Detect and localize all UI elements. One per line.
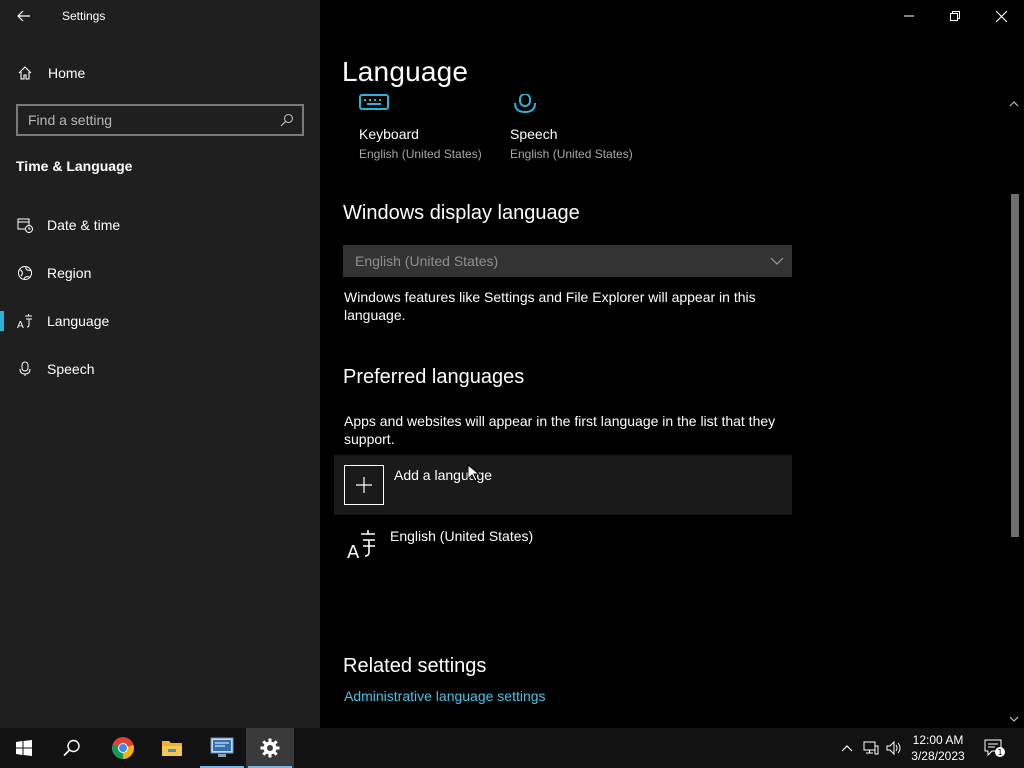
- administrative-language-settings-link[interactable]: Administrative language settings: [344, 688, 546, 704]
- nav-home-label: Home: [48, 65, 86, 81]
- sidebar-item-label: Date & time: [47, 217, 121, 233]
- scroll-up-icon[interactable]: [1008, 98, 1020, 110]
- microphone-icon: [19, 361, 31, 376]
- chevron-down-icon: [770, 257, 784, 265]
- main-content: Language Keyboard English (United States…: [320, 0, 1024, 728]
- sidebar-item-speech[interactable]: Speech: [0, 349, 320, 389]
- display-language-description: Windows features like Settings and File …: [344, 289, 756, 323]
- sidebar-item-date-time[interactable]: Date & time: [0, 205, 320, 245]
- speech-tile-sub: English (United States): [510, 147, 633, 161]
- clock[interactable]: 12:00 AM 3/28/2023: [906, 732, 970, 764]
- clock-time: 12:00 AM: [912, 733, 964, 747]
- notifications-icon[interactable]: 1: [984, 738, 1006, 758]
- search-icon: [280, 113, 294, 127]
- start-icon: [16, 740, 32, 756]
- chrome-button[interactable]: [99, 728, 147, 768]
- back-button[interactable]: [10, 4, 38, 28]
- taskbar-search-button[interactable]: [48, 728, 96, 768]
- file-explorer-icon: [162, 741, 182, 756]
- section-title: Time & Language: [16, 158, 133, 174]
- display-language-dropdown[interactable]: English (United States): [343, 245, 792, 277]
- scroll-down-icon[interactable]: [1008, 713, 1020, 725]
- titlebar-left: Settings: [0, 0, 320, 32]
- preferred-languages-description: Apps and websites will appear in the fir…: [344, 413, 776, 447]
- sidebar-item-label: Region: [47, 265, 92, 281]
- date-time-icon: [17, 218, 33, 233]
- search-placeholder: Find a setting: [28, 112, 113, 128]
- add-language-button[interactable]: Add a language: [334, 455, 792, 515]
- close-button[interactable]: [978, 0, 1024, 32]
- taskbar: 12:00 AM 3/28/2023 1: [0, 728, 1024, 768]
- keyboard-icon: [359, 94, 389, 110]
- keyboard-tile-sub: English (United States): [359, 147, 482, 161]
- clock-date: 3/28/2023: [911, 749, 965, 763]
- svg-text:A: A: [347, 542, 360, 560]
- speech-tile-name: Speech: [510, 126, 558, 142]
- sidebar: Settings Home Find a setting Time & Lang…: [0, 0, 320, 728]
- back-arrow-icon: [17, 10, 30, 22]
- globe-icon: [18, 266, 32, 280]
- preferred-languages-heading: Preferred languages: [343, 366, 525, 388]
- scroll-thumb[interactable]: [1011, 194, 1019, 537]
- search-icon: [63, 739, 80, 757]
- scrollbar[interactable]: [1004, 96, 1024, 728]
- restore-button[interactable]: [932, 0, 978, 32]
- display-language-heading: Windows display language: [343, 202, 580, 224]
- home-icon: [18, 66, 32, 80]
- notification-count: 1: [997, 748, 1002, 757]
- chevron-up-icon[interactable]: [839, 740, 855, 756]
- keyboard-tile-name: Keyboard: [359, 126, 419, 142]
- svg-text:A: A: [17, 320, 24, 329]
- display-language-value: English (United States): [355, 253, 499, 269]
- related-settings-heading: Related settings: [343, 655, 487, 677]
- minimize-icon: [904, 15, 914, 17]
- settings-app-button[interactable]: [246, 728, 294, 768]
- chrome-icon: [112, 737, 134, 759]
- minimize-button[interactable]: [886, 0, 932, 32]
- file-explorer-button[interactable]: [148, 728, 196, 768]
- mouse-cursor-icon: [467, 464, 479, 482]
- close-icon: [995, 10, 1007, 22]
- sidebar-item-region[interactable]: Region: [0, 253, 320, 293]
- sidebar-item-label: Language: [47, 313, 110, 329]
- language-icon: A: [17, 314, 32, 329]
- nav-home[interactable]: Home: [0, 58, 320, 88]
- active-indicator: [0, 311, 4, 331]
- plus-icon: [344, 465, 384, 505]
- microphone-icon: [514, 94, 536, 114]
- desktop-app-icon: [210, 737, 234, 757]
- sidebar-item-language[interactable]: A Language: [0, 301, 320, 341]
- settings-icon: [260, 738, 280, 758]
- language-name: English (United States): [390, 528, 534, 544]
- network-icon[interactable]: [863, 740, 879, 756]
- search-input[interactable]: Find a setting: [16, 104, 304, 136]
- restore-icon: [950, 11, 960, 21]
- volume-icon[interactable]: [886, 740, 902, 756]
- desktop-app-button[interactable]: [198, 728, 246, 768]
- start-button[interactable]: [0, 728, 48, 768]
- sidebar-item-label: Speech: [47, 361, 95, 377]
- language-list-item[interactable]: A English (United States): [334, 518, 792, 574]
- language-icon: A: [347, 530, 375, 560]
- page-title: Language: [342, 56, 469, 87]
- app-title: Settings: [62, 9, 106, 23]
